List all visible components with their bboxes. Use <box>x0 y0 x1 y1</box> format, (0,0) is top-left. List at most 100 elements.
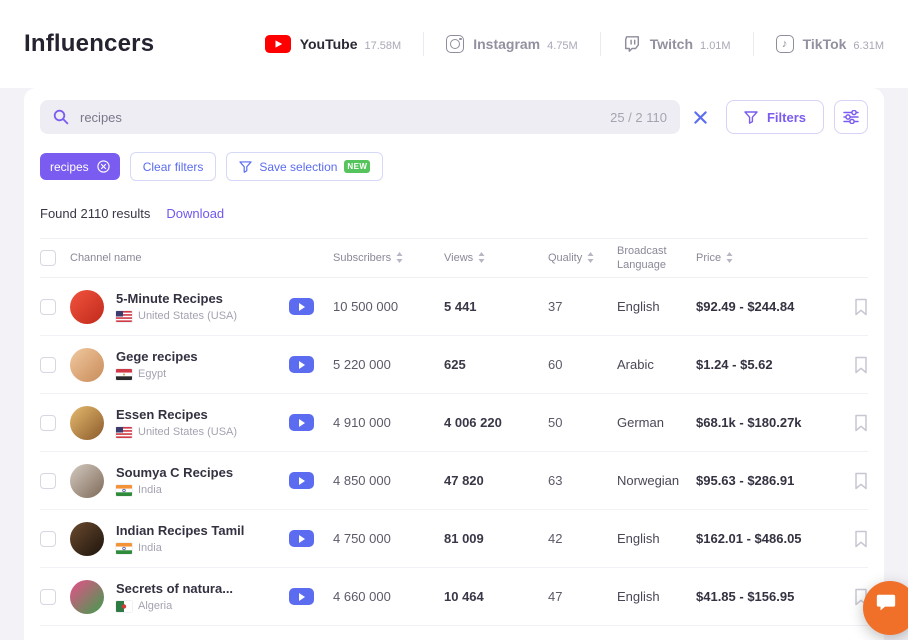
tab-twitch[interactable]: Twitch 1.01M <box>601 35 753 53</box>
remove-chip-icon[interactable] <box>97 160 110 173</box>
subscribers-value: 4 750 000 <box>333 531 444 546</box>
bookmark-icon[interactable] <box>854 414 868 432</box>
quality-header-label: Quality <box>548 251 582 265</box>
table-row[interactable]: Soumya C Recipes India 4 850 000 47 820 … <box>40 452 868 510</box>
page-title: Influencers <box>24 30 154 58</box>
row-checkbox[interactable] <box>40 357 56 373</box>
row-checkbox[interactable] <box>40 415 56 431</box>
channel-avatar <box>70 580 104 614</box>
row-checkbox[interactable] <box>40 589 56 605</box>
column-header-views[interactable]: Views <box>444 251 548 265</box>
price-value: $162.01 - $486.05 <box>696 531 846 546</box>
youtube-play-button[interactable] <box>289 414 314 431</box>
table-header-row: Channel name Subscribers Views Quality B… <box>40 238 868 278</box>
quality-value: 50 <box>548 415 617 430</box>
channel-country: India <box>138 484 162 496</box>
download-link[interactable]: Download <box>166 206 224 221</box>
price-value: $68.1k - $180.27k <box>696 415 846 430</box>
tab-youtube-count: 17.58M <box>365 40 402 52</box>
column-header-language: Broadcast Language <box>617 244 696 273</box>
filter-chip-recipes[interactable]: recipes <box>40 153 120 180</box>
youtube-play-button[interactable] <box>289 472 314 489</box>
row-checkbox[interactable] <box>40 299 56 315</box>
country-flag-icon <box>116 485 132 496</box>
price-value: $41.85 - $156.95 <box>696 589 846 604</box>
language-value: English <box>617 531 696 546</box>
channel-name[interactable]: Gege recipes <box>116 349 198 364</box>
language-value: Norwegian <box>617 473 696 488</box>
play-icon <box>299 477 305 485</box>
channel-avatar <box>70 348 104 382</box>
tab-youtube-label: YouTube <box>300 36 358 52</box>
tab-twitch-label: Twitch <box>650 36 693 52</box>
channel-name[interactable]: 5-Minute Recipes <box>116 291 223 306</box>
sort-icon[interactable] <box>587 252 594 263</box>
chat-widget-button[interactable] <box>863 581 908 635</box>
column-header-quality[interactable]: Quality <box>548 251 617 265</box>
tab-tiktok[interactable]: ♪ TikTok 6.31M <box>754 35 884 53</box>
tab-tiktok-count: 6.31M <box>853 40 884 52</box>
channel-country: India <box>138 542 162 554</box>
advanced-filters-button[interactable] <box>834 100 868 134</box>
sort-icon[interactable] <box>726 252 733 263</box>
channel-name[interactable]: Indian Recipes Tamil <box>116 523 244 538</box>
tab-twitch-count: 1.01M <box>700 40 731 52</box>
row-checkbox[interactable] <box>40 531 56 547</box>
youtube-play-button[interactable] <box>289 588 314 605</box>
table-row[interactable]: Indian Recipes Tamil India 4 750 000 81 … <box>40 510 868 568</box>
table-row[interactable]: Essen Recipes United States (USA) 4 910 … <box>40 394 868 452</box>
channel-country-row: United States (USA) <box>116 310 237 322</box>
column-header-price[interactable]: Price <box>696 251 846 265</box>
table-row[interactable]: Secrets of natura... Algeria 4 660 000 1… <box>40 568 868 626</box>
search-input[interactable]: recipes 25 / 2 110 <box>40 100 680 134</box>
clear-filters-button[interactable]: Clear filters <box>130 152 217 181</box>
channel-name[interactable]: Essen Recipes <box>116 407 208 422</box>
platform-tabs: YouTube 17.58M Instagram 4.75M Twitch 1.… <box>243 32 884 56</box>
youtube-icon <box>265 35 291 53</box>
quality-value: 63 <box>548 473 617 488</box>
select-all-checkbox[interactable] <box>40 250 56 266</box>
country-flag-icon <box>116 543 132 554</box>
subscribers-header-label: Subscribers <box>333 251 391 265</box>
search-row: recipes 25 / 2 110 Filters <box>40 100 868 134</box>
tab-youtube[interactable]: YouTube 17.58M <box>243 35 424 53</box>
column-header-subscribers[interactable]: Subscribers <box>333 251 444 265</box>
sliders-icon <box>843 110 859 124</box>
tab-instagram[interactable]: Instagram 4.75M <box>424 35 600 53</box>
bookmark-icon[interactable] <box>854 472 868 490</box>
row-checkbox[interactable] <box>40 473 56 489</box>
play-icon <box>299 419 305 427</box>
views-value: 4 006 220 <box>444 415 548 430</box>
channel-avatar <box>70 406 104 440</box>
bookmark-icon[interactable] <box>854 530 868 548</box>
search-query-text: recipes <box>80 110 122 125</box>
bookmark-icon[interactable] <box>854 298 868 316</box>
quality-value: 37 <box>548 299 617 314</box>
channel-country-row: Algeria <box>116 600 172 612</box>
bookmark-icon[interactable] <box>854 356 868 374</box>
tab-instagram-label: Instagram <box>473 36 540 52</box>
clear-search-button[interactable] <box>686 102 716 132</box>
price-value: $95.63 - $286.91 <box>696 473 846 488</box>
youtube-play-button[interactable] <box>289 298 314 315</box>
sort-icon[interactable] <box>478 252 485 263</box>
country-flag-icon <box>116 311 132 322</box>
table-row[interactable]: Gege recipes Egypt 5 220 000 625 60 Arab… <box>40 336 868 394</box>
youtube-play-button[interactable] <box>289 356 314 373</box>
table-row[interactable]: 5-Minute Recipes United States (USA) 10 … <box>40 278 868 336</box>
youtube-play-button[interactable] <box>289 530 314 547</box>
save-selection-button[interactable]: Save selection NEW <box>226 152 383 181</box>
close-icon <box>693 110 708 125</box>
channel-name[interactable]: Soumya C Recipes <box>116 465 233 480</box>
channel-name[interactable]: Secrets of natura... <box>116 581 233 596</box>
search-icon <box>53 109 69 125</box>
filters-button[interactable]: Filters <box>726 100 824 134</box>
quality-value: 60 <box>548 357 617 372</box>
channel-avatar <box>70 290 104 324</box>
chat-icon <box>883 602 897 614</box>
language-value: Arabic <box>617 357 696 372</box>
price-value: $1.24 - $5.62 <box>696 357 846 372</box>
price-value: $92.49 - $244.84 <box>696 299 846 314</box>
column-header-channel: Channel name <box>70 251 333 265</box>
sort-icon[interactable] <box>396 252 403 263</box>
